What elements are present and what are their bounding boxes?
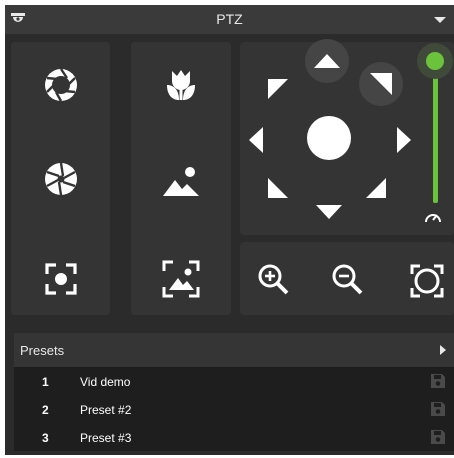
pan-down-left-button[interactable]	[263, 173, 293, 203]
iris-close-button[interactable]	[35, 155, 87, 203]
arrow-up-left-icon	[268, 79, 288, 99]
iris-close-icon	[45, 162, 77, 196]
preset-name: Vid demo	[80, 375, 131, 389]
iris-open-button[interactable]	[35, 61, 87, 109]
arrow-down-right-icon	[366, 178, 386, 198]
pan-up-right-button[interactable]	[359, 62, 403, 106]
zoom-fit-button[interactable]	[407, 261, 447, 301]
panel-title: PTZ	[216, 11, 243, 27]
preset-number: 3	[42, 431, 49, 445]
center-icon	[307, 116, 351, 160]
speed-slider[interactable]	[417, 43, 453, 227]
focus-frame-icon	[45, 263, 77, 295]
tilt-down-button[interactable]	[309, 201, 349, 223]
zoom-fit-icon	[410, 264, 444, 298]
macro-focus-button[interactable]	[155, 61, 207, 109]
preset-number: 1	[42, 375, 49, 389]
zoom-out-button[interactable]	[327, 259, 367, 299]
arrow-down-icon	[316, 205, 342, 219]
image-focus-button[interactable]	[155, 255, 207, 303]
speed-slider-handle[interactable]	[417, 43, 453, 79]
image-focus-icon	[162, 260, 200, 298]
macro-focus-icon	[167, 70, 195, 100]
zoom-out-icon	[332, 264, 363, 295]
center-button[interactable]	[305, 114, 353, 162]
arrow-up-right-icon	[370, 73, 392, 95]
preset-number: 2	[42, 403, 49, 417]
iris-open-icon	[45, 68, 77, 102]
chevron-down-icon[interactable]	[434, 17, 446, 23]
zoom-in-icon	[258, 264, 289, 295]
preset-name: Preset #2	[80, 403, 132, 417]
speedometer-icon	[425, 214, 441, 223]
landscape-focus-button[interactable]	[155, 157, 207, 205]
pan-right-button[interactable]	[389, 122, 419, 158]
preset-row[interactable]: 3 Preset #3	[14, 423, 454, 451]
landscape-focus-icon	[163, 167, 199, 196]
pan-down-right-button[interactable]	[361, 173, 391, 203]
pan-left-button[interactable]	[241, 122, 271, 158]
focus-frame-button[interactable]	[35, 255, 87, 303]
preset-name: Preset #3	[80, 431, 132, 445]
zoom-in-button[interactable]	[253, 259, 293, 299]
ptz-panel: PTZ Presets 1 Vid demo 2 Preset #2 3 Pre…	[5, 5, 454, 455]
pan-up-left-button[interactable]	[263, 74, 293, 104]
presets-label: Presets	[20, 343, 65, 358]
chevron-right-icon[interactable]	[440, 345, 446, 355]
save-icon[interactable]	[430, 373, 446, 389]
preset-row[interactable]: 2 Preset #2	[14, 395, 454, 423]
save-icon[interactable]	[430, 429, 446, 445]
arrow-down-left-icon	[268, 178, 288, 198]
tilt-up-button[interactable]	[305, 39, 349, 83]
arrow-left-icon	[249, 127, 263, 153]
title-bar: PTZ	[5, 5, 454, 34]
presets-header[interactable]: Presets	[14, 333, 454, 367]
arrow-up-icon	[314, 54, 340, 68]
arrow-right-icon	[397, 127, 411, 153]
save-icon[interactable]	[430, 401, 446, 417]
preset-row[interactable]: 1 Vid demo	[14, 367, 454, 395]
speed-slider-track	[433, 63, 438, 203]
